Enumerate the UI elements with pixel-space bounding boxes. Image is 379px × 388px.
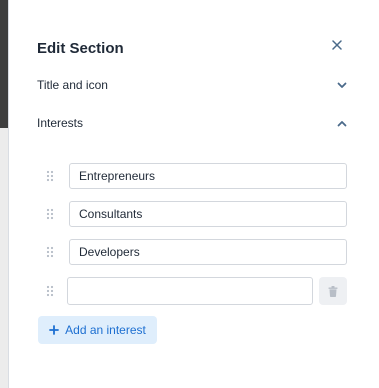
- interest-input[interactable]: [69, 239, 347, 265]
- page-backdrop: [0, 0, 8, 388]
- chevron-down-icon: [335, 78, 349, 92]
- interest-row: [43, 238, 347, 266]
- interest-row: [43, 200, 347, 228]
- chevron-up-icon: [335, 116, 349, 130]
- page-backdrop-light: [0, 128, 8, 388]
- interest-input-new[interactable]: [67, 277, 313, 305]
- delete-interest-button[interactable]: [319, 277, 347, 305]
- drag-handle-icon[interactable]: [43, 200, 57, 228]
- drag-handle-icon[interactable]: [43, 238, 57, 266]
- interest-row-new: [43, 277, 347, 305]
- plus-icon: [49, 325, 60, 335]
- section-interests[interactable]: Interests: [37, 112, 349, 134]
- interest-input[interactable]: [69, 201, 347, 227]
- section-interests-label: Interests: [37, 116, 84, 130]
- drag-handle-icon[interactable]: [43, 162, 57, 190]
- add-interest-button[interactable]: Add an interest: [38, 316, 157, 344]
- drag-handle-icon[interactable]: [43, 277, 57, 305]
- section-title-and-icon-label: Title and icon: [37, 78, 108, 92]
- interest-row: [43, 162, 347, 190]
- close-button[interactable]: [327, 35, 347, 55]
- edit-section-panel: Edit Section Title and icon Interests En…: [8, 0, 379, 388]
- panel-title: Edit Section: [37, 40, 124, 57]
- close-icon: [332, 40, 342, 50]
- section-title-and-icon[interactable]: Title and icon: [37, 74, 349, 96]
- trash-icon: [328, 285, 338, 297]
- interest-input[interactable]: [69, 163, 347, 189]
- add-interest-label: Add an interest: [65, 323, 146, 337]
